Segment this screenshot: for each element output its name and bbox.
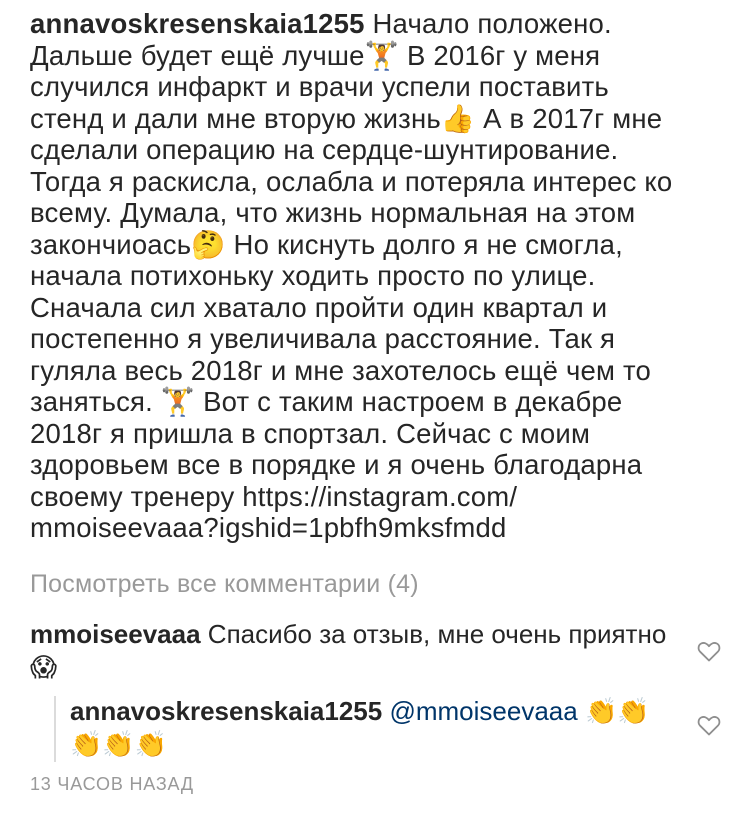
- caption-line-link[interactable]: mmoiseevaaa?igshid=1pbfh9mksfmdd: [30, 512, 730, 544]
- heart-outline-icon: [697, 716, 721, 736]
- caption-line: постепенно я увеличивала расстояние. Так…: [30, 323, 616, 354]
- comment: mmoiseevaaa Спасибо за отзыв, мне очень …: [30, 618, 670, 684]
- caption-line: Сначала сил хватало пройти один квартал …: [30, 291, 608, 323]
- caption-line: здоровьем все в порядке и я очень благод…: [30, 449, 643, 480]
- caption-line: Тогда я раскисла, ослабла и потеряла инт…: [30, 165, 673, 197]
- caption-line-link[interactable]: своему тренеру https://instagram.com/: [30, 481, 730, 513]
- caption-line: сделали операцию на сердце-шунтирование.: [30, 134, 619, 165]
- post-author-username[interactable]: annavoskresenskaia1255: [30, 8, 365, 39]
- post-caption: annavoskresenskaia1255 Начало положено. …: [30, 8, 730, 544]
- caption-line: всему. Думала, что жизнь нормальная на э…: [30, 197, 636, 228]
- view-all-comments-link[interactable]: Посмотреть все комментарии (4): [30, 570, 419, 599]
- caption-line: Дальше будет ещё лучше🏋 В 2016г у меня: [30, 39, 601, 71]
- caption-text: Начало положено.: [364, 8, 612, 39]
- caption-line: стенд и дали мне вторую жизнь👍 А в 2017г…: [30, 102, 663, 134]
- caption-line: начала потихоньку ходить просто по улице…: [30, 260, 596, 291]
- caption-line: заняться. 🏋 Вот с таким настроем в декаб…: [30, 386, 623, 417]
- like-reply-button[interactable]: [697, 714, 721, 736]
- comment-timestamp: 13 ЧАСОВ НАЗАД: [30, 774, 194, 794]
- comment-author-username[interactable]: mmoiseevaaa: [30, 619, 201, 649]
- heart-outline-icon: [697, 642, 721, 662]
- caption-line: случился инфаркт и врачи успели поставит…: [30, 71, 609, 102]
- reply-mention[interactable]: @mmoiseevaaa: [389, 696, 577, 726]
- caption-line: закончиоась🤔 Но киснуть долго я не смогл…: [30, 228, 623, 260]
- reply-thread-line: [54, 696, 56, 762]
- caption-line-0: annavoskresenskaia1255 Начало положено.: [30, 8, 730, 40]
- reply-comment: annavoskresenskaia1255 @mmoiseevaaa 👏👏👏👏…: [70, 695, 670, 761]
- reply-author-username[interactable]: annavoskresenskaia1255: [70, 696, 382, 726]
- caption-line: гуляла весь 2018г и мне захотелось ещё ч…: [30, 354, 651, 386]
- caption-line: 2018г я пришла в спортзал. Сейчас с моим: [30, 417, 591, 449]
- like-comment-button[interactable]: [697, 640, 721, 662]
